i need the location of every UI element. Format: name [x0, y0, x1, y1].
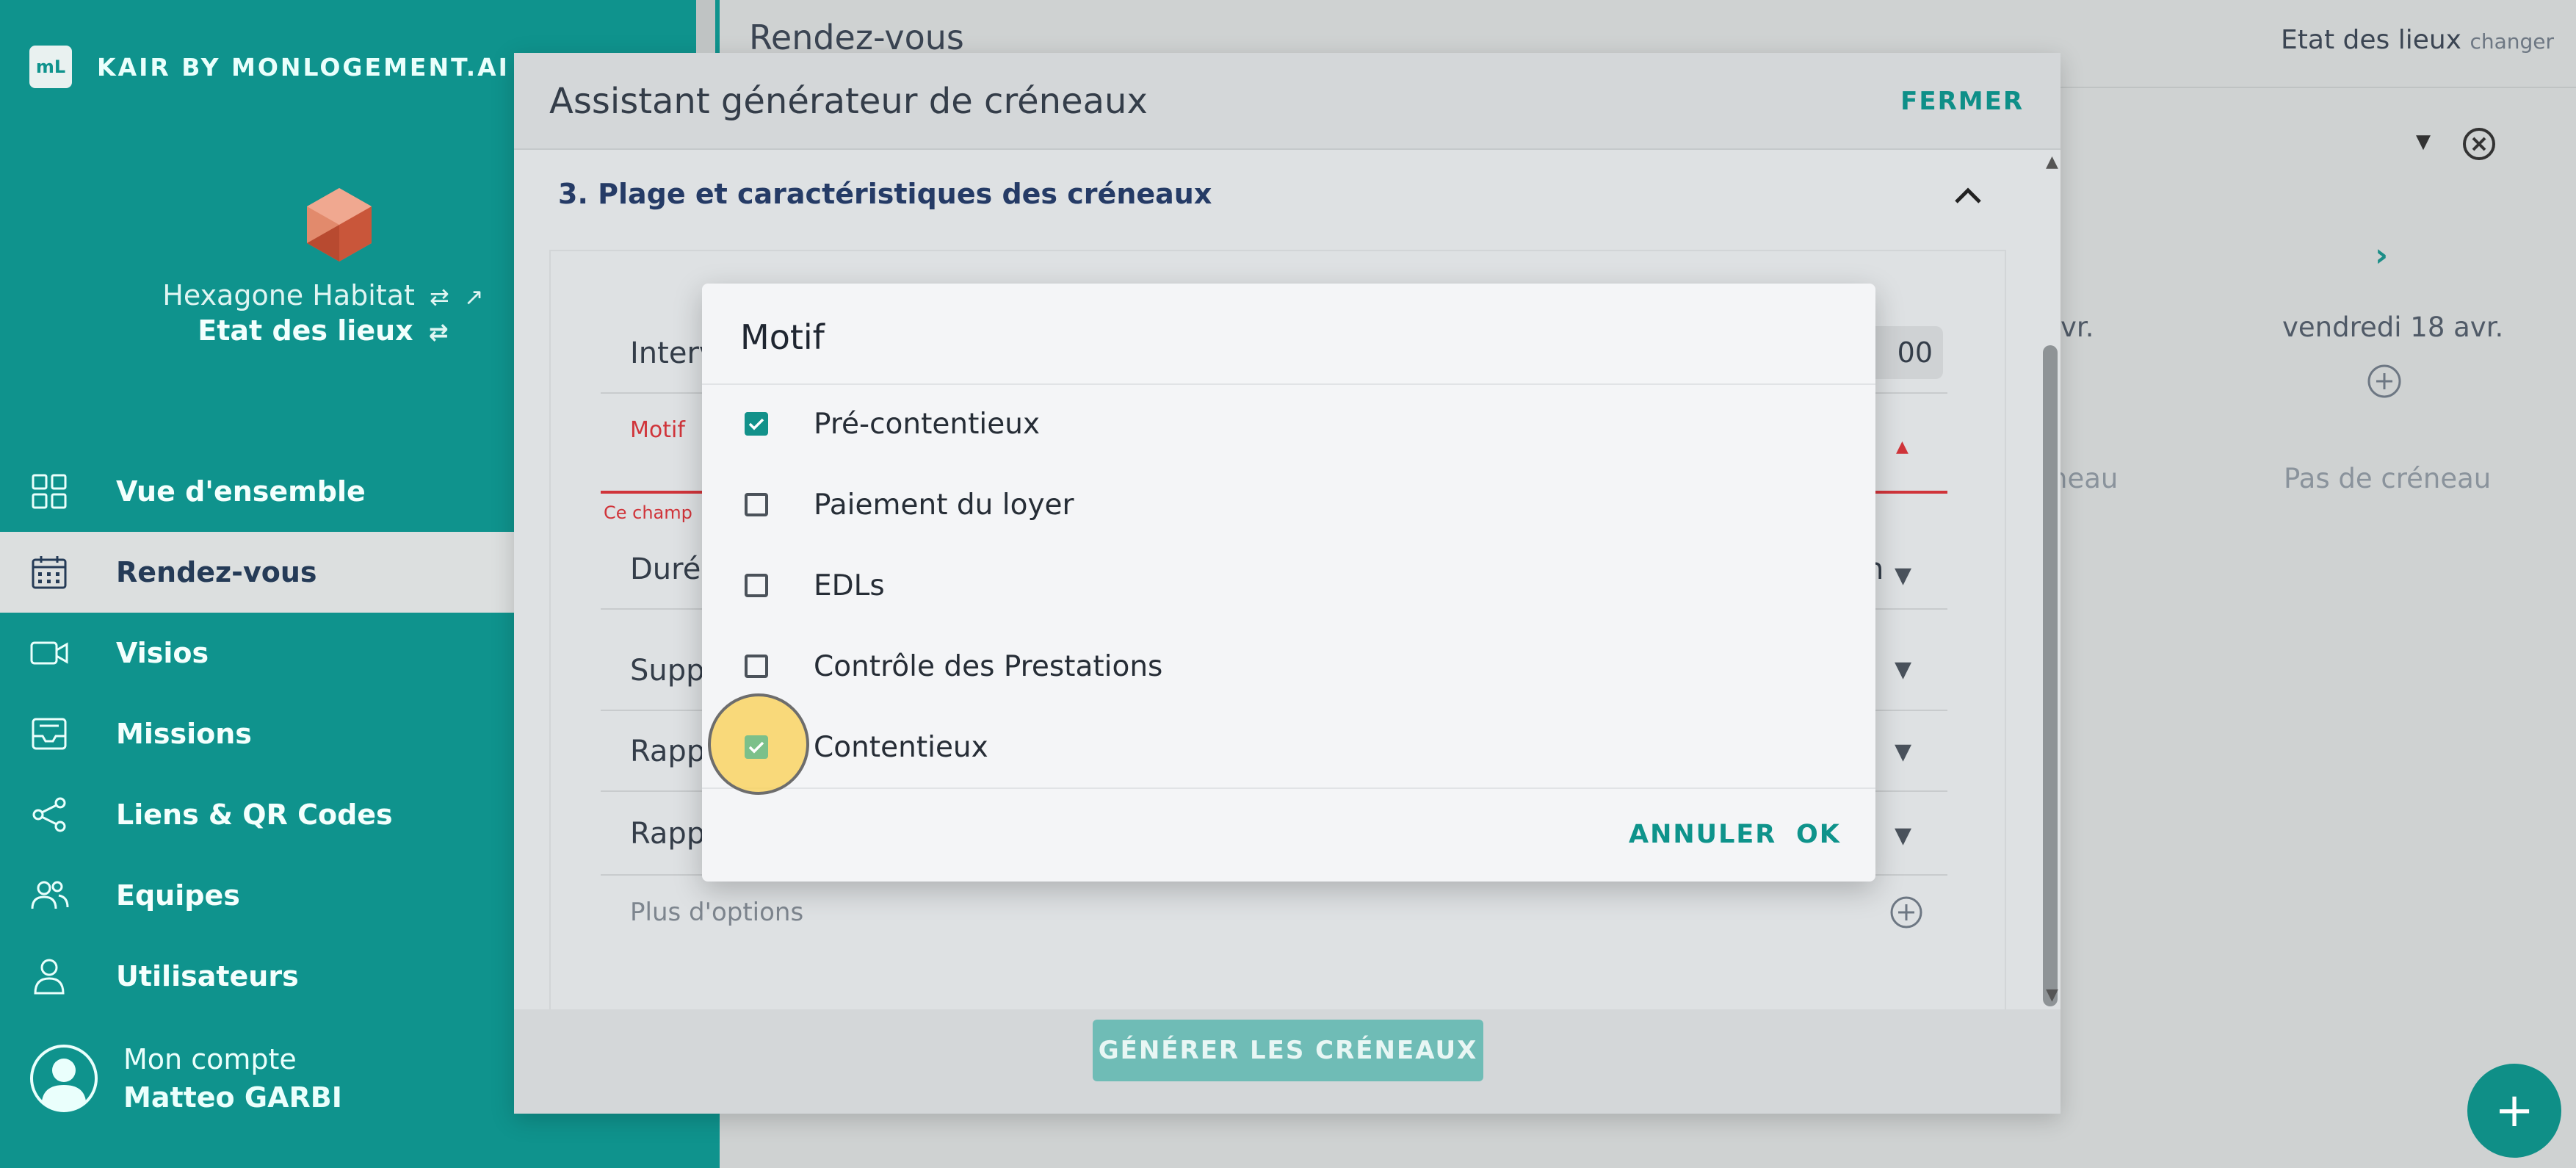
- caret-up-icon[interactable]: ▲: [1896, 438, 1909, 456]
- next-week-icon[interactable]: ›: [2375, 237, 2388, 274]
- inbox-icon: [29, 714, 69, 754]
- option-label: Contentieux: [814, 730, 988, 764]
- add-fab-button[interactable]: +: [2467, 1064, 2561, 1158]
- motif-error-text: Ce champ: [604, 502, 692, 523]
- brand-logo: mL: [29, 46, 72, 88]
- nav-label: Utilisateurs: [116, 960, 299, 992]
- dropdown-arrow-icon[interactable]: ▼: [1895, 657, 1911, 682]
- cancel-button[interactable]: ANNULER: [1629, 820, 1776, 849]
- context-switcher[interactable]: Etat des lieux changer: [2281, 25, 2554, 55]
- divider: [702, 787, 1875, 789]
- nav-label: Rendez-vous: [116, 556, 317, 588]
- rapp-label-1: Rapp: [630, 735, 706, 768]
- option-controle-des-prestations[interactable]: Contrôle des Prestations: [702, 626, 1875, 707]
- calendar-empty: Pas de créneau: [2284, 463, 2492, 494]
- wizard-close-button[interactable]: FERMER: [1900, 87, 2024, 116]
- share-icon: [29, 795, 69, 834]
- nav-label: Visios: [116, 637, 209, 669]
- section-title[interactable]: 3. Plage et caractéristiques des créneau…: [558, 178, 1212, 210]
- add-circle-icon[interactable]: [1889, 895, 1924, 930]
- calendar-icon: [29, 552, 69, 592]
- dropdown-arrow-icon[interactable]: ▼: [1895, 563, 1911, 588]
- wizard-title: Assistant générateur de créneaux: [549, 81, 1148, 122]
- dropdown-arrow-icon[interactable]: ▼: [2416, 131, 2431, 153]
- option-label: Pré-contentieux: [814, 407, 1041, 441]
- nav-item-utilisateurs[interactable]: Utilisateurs: [0, 936, 514, 1017]
- grid-icon: [29, 472, 69, 511]
- page-scrollbar[interactable]: [696, 0, 715, 53]
- org-name-text: Hexagone Habitat: [162, 279, 415, 311]
- calendar-day-partial: vr.: [2061, 311, 2094, 343]
- nav-label: Equipes: [116, 879, 240, 912]
- account[interactable]: Mon compte Matteo GARBI: [29, 1043, 342, 1114]
- switch-icon[interactable]: ⇄: [430, 283, 449, 311]
- team-icon: [29, 876, 69, 915]
- checkbox-checked[interactable]: [745, 735, 768, 759]
- external-link-icon[interactable]: ↗: [464, 283, 484, 311]
- nav-item-missions[interactable]: Missions: [0, 693, 514, 774]
- nav-label: Vue d'ensemble: [116, 475, 366, 508]
- option-edls[interactable]: EDLs: [702, 545, 1875, 626]
- account-label: Mon compte: [123, 1043, 297, 1075]
- nav-item-rendez-vous[interactable]: Rendez-vous: [0, 532, 514, 613]
- supp-label: Supp: [630, 654, 705, 688]
- rapp-label-2: Rapp: [630, 817, 706, 851]
- org-module-text: Etat des lieux: [198, 314, 413, 347]
- plus-icon: +: [2494, 1084, 2534, 1138]
- avatar-icon: [30, 1045, 98, 1112]
- option-pre-contentieux[interactable]: Pré-contentieux: [702, 383, 1875, 464]
- add-slot-icon[interactable]: [2366, 363, 2403, 400]
- checkbox-checked[interactable]: [745, 412, 768, 436]
- context-change-link[interactable]: changer: [2470, 29, 2554, 54]
- calendar-day: vendredi 18 avr.: [2282, 311, 2504, 343]
- page-title: Rendez-vous: [749, 18, 964, 57]
- scrollbar-thumb[interactable]: [2043, 345, 2058, 1006]
- option-label: Paiement du loyer: [814, 488, 1074, 522]
- option-contentieux[interactable]: Contentieux: [702, 707, 1875, 787]
- switch-icon[interactable]: ⇄: [429, 318, 449, 346]
- context-label: Etat des lieux: [2281, 25, 2461, 55]
- dialog-title: Motif: [740, 317, 825, 357]
- option-label: Contrôle des Prestations: [814, 649, 1163, 683]
- account-name: Matteo GARBI: [123, 1081, 342, 1114]
- dropdown-arrow-icon[interactable]: ▼: [1895, 739, 1911, 765]
- brand-name: KAIR BY MONLOGEMENT.AI: [97, 52, 510, 82]
- nav-label: Missions: [116, 718, 252, 750]
- nav-label: Liens & QR Codes: [116, 799, 393, 831]
- more-options-label[interactable]: Plus d'options: [630, 898, 803, 927]
- dropdown-arrow-icon[interactable]: ▼: [1895, 823, 1911, 848]
- generate-slots-button[interactable]: GÉNÉRER LES CRÉNEAUX: [1093, 1020, 1483, 1081]
- video-icon: [29, 633, 69, 673]
- option-label: EDLs: [814, 569, 885, 602]
- nav-item-liens[interactable]: Liens & QR Codes: [0, 774, 514, 855]
- option-paiement-du-loyer[interactable]: Paiement du loyer: [702, 464, 1875, 545]
- brand[interactable]: mL KAIR BY MONLOGEMENT.AI: [29, 46, 510, 88]
- scroll-up-icon[interactable]: ▲: [2046, 153, 2058, 171]
- checkbox-unchecked[interactable]: [745, 655, 768, 678]
- checkbox-unchecked[interactable]: [745, 574, 768, 597]
- ok-button[interactable]: OK: [1796, 820, 1841, 849]
- clear-icon[interactable]: [2461, 126, 2497, 162]
- user-icon: [29, 956, 69, 996]
- org-logo-icon: [307, 188, 372, 262]
- nav-item-visios[interactable]: Visios: [0, 613, 514, 693]
- nav-item-overview[interactable]: Vue d'ensemble: [0, 451, 514, 532]
- motif-dialog: Motif Pré-contentieux Paiement du loyer …: [702, 284, 1875, 882]
- nav-item-equipes[interactable]: Equipes: [0, 855, 514, 936]
- motif-label: Motif: [630, 417, 685, 443]
- chevron-up-icon[interactable]: [1953, 176, 1983, 212]
- scroll-down-icon[interactable]: ▼: [2046, 986, 2058, 1004]
- checkbox-unchecked[interactable]: [745, 493, 768, 516]
